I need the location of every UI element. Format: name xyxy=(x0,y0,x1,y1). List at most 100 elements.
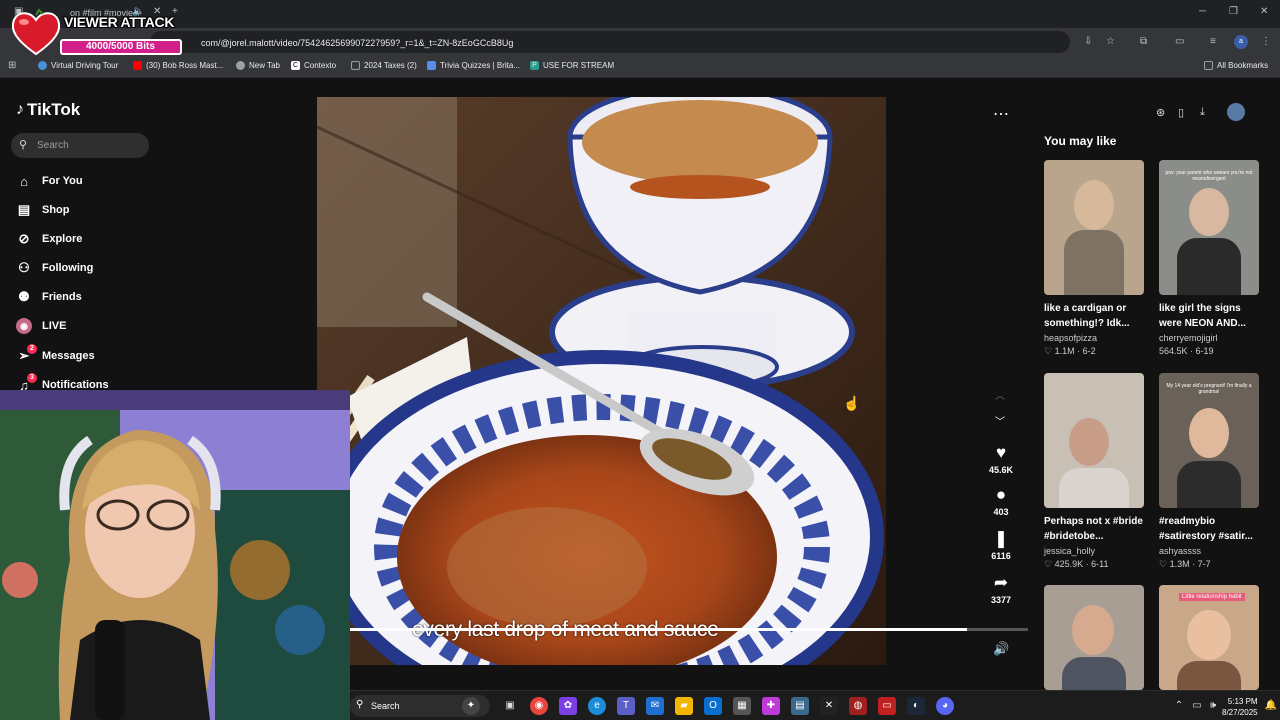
url-text: com/@jorel.malott/video/7542462569907227… xyxy=(201,38,514,48)
recorder-icon[interactable]: ▭ xyxy=(878,697,896,715)
comment-action[interactable]: ● 403 xyxy=(981,485,1021,517)
bookmark-item[interactable]: (30) Bob Ross Mast... xyxy=(133,61,223,70)
profile-avatar[interactable] xyxy=(1227,103,1245,121)
nav-label: Messages xyxy=(42,350,95,362)
video-thumbnail[interactable] xyxy=(1044,585,1144,690)
mail-icon[interactable]: ✉ xyxy=(646,697,664,715)
url-field[interactable]: com/@jorel.malott/video/7542462569907227… xyxy=(150,31,1070,53)
bookmark-label: USE FOR STREAM xyxy=(543,61,615,70)
video-frame-image xyxy=(317,97,886,665)
capcut-icon[interactable]: ✕ xyxy=(820,697,838,715)
widgets-icon[interactable]: ✦ xyxy=(462,697,480,715)
next-video-icon[interactable]: ﹀ xyxy=(995,413,1005,428)
previous-video-icon[interactable]: ︿ xyxy=(995,387,1005,402)
file-explorer-icon[interactable]: ▰ xyxy=(675,697,693,715)
bookmark-action[interactable]: ❚ 6116 xyxy=(981,529,1021,561)
download-icon[interactable]: ⤓ xyxy=(1200,106,1205,119)
notification-bell-icon[interactable]: 🔔 xyxy=(1262,697,1280,715)
profile-avatar-icon[interactable]: a xyxy=(1234,35,1248,49)
video-thumbnail[interactable] xyxy=(1044,373,1144,508)
menu-kebab-icon[interactable]: ⋮ xyxy=(1261,36,1271,47)
recommended-video-card[interactable]: like a cardigan or something!? Idk... he… xyxy=(1044,160,1145,357)
cast-icon[interactable]: ▭ xyxy=(1175,36,1184,47)
nav-item-shop[interactable]: ▤ Shop xyxy=(16,202,70,218)
outlook-icon[interactable]: O xyxy=(704,697,722,715)
recommended-video-card[interactable]: Little relationship habit xyxy=(1159,585,1260,690)
card-author[interactable]: jessica_holly xyxy=(1044,546,1145,556)
restore-icon[interactable]: ❐ xyxy=(1229,6,1238,17)
star-bookmark-icon[interactable]: ☆ xyxy=(1106,36,1115,47)
nav-item-explore[interactable]: ⊘ Explore xyxy=(16,231,83,247)
nav-item-friends[interactable]: ⚉ Friends xyxy=(16,289,82,305)
comment-icon: ● xyxy=(995,485,1007,504)
apps-grid-icon[interactable]: ⊞ xyxy=(8,60,16,71)
close-window-icon[interactable]: ✕ xyxy=(1260,6,1268,17)
card-views: 425.9K xyxy=(1054,559,1084,569)
like-count: 45.6K xyxy=(988,465,1014,475)
copilot-icon[interactable]: ✿ xyxy=(559,697,577,715)
bookmark-item[interactable]: C Contexto xyxy=(291,61,336,70)
card-date: 6-19 xyxy=(1195,346,1214,356)
card-caption[interactable]: like girl the signs were NEON AND... xyxy=(1159,301,1260,331)
bookmark-item[interactable]: Virtual Driving Tour xyxy=(38,61,118,70)
all-bookmarks-button[interactable]: All Bookmarks xyxy=(1204,61,1268,70)
bookmark-label: New Tab xyxy=(249,61,280,70)
task-view-icon[interactable]: ▣ xyxy=(501,697,519,715)
bookmark-item[interactable]: 2024 Taxes (2) xyxy=(351,61,417,70)
store-icon[interactable]: ▦ xyxy=(733,697,751,715)
recommended-video-card[interactable]: Perhaps not x #bride #bridetobe... jessi… xyxy=(1044,373,1145,570)
you-may-like-title: You may like xyxy=(1044,134,1117,148)
compass-icon[interactable]: ⊛ xyxy=(1156,106,1165,119)
card-caption[interactable]: like a cardigan or something!? Idk... xyxy=(1044,301,1145,331)
card-author[interactable]: ashyassss xyxy=(1159,546,1260,556)
minimize-icon[interactable]: ─ xyxy=(1199,6,1206,17)
nav-item-for-you[interactable]: ⌂ For You xyxy=(16,173,82,189)
device-icon[interactable]: ▯ xyxy=(1178,106,1184,119)
search-input[interactable]: ⚲ Search xyxy=(11,133,149,158)
teams-icon[interactable]: T xyxy=(617,697,635,715)
card-views: 564.5K xyxy=(1159,346,1188,356)
more-options-icon[interactable]: ⋯ xyxy=(993,104,1009,124)
tiktok-logo[interactable]: ♪ TikTok xyxy=(16,100,80,120)
nav-item-live[interactable]: ◉ LIVE xyxy=(16,318,66,334)
video-thumbnail[interactable] xyxy=(1044,160,1144,295)
volume-icon[interactable]: 🔊 xyxy=(993,641,1009,657)
search-icon: ⚲ xyxy=(356,699,364,710)
nav-label: Following xyxy=(42,262,94,274)
clock[interactable]: 5:13 PM 8/27/2025 xyxy=(1222,696,1258,718)
card-caption[interactable]: Perhaps not x #bride #bridetobe... xyxy=(1044,514,1145,544)
video-player[interactable] xyxy=(317,97,886,665)
steam-icon[interactable]: ◐ xyxy=(907,697,925,715)
recommended-video-card[interactable] xyxy=(1044,585,1145,690)
reading-list-icon[interactable]: ≡ xyxy=(1210,36,1216,47)
edge-icon[interactable]: e xyxy=(588,697,606,715)
nav-item-messages[interactable]: ➢ 2 Messages xyxy=(16,344,95,364)
stream-app-icon[interactable]: ◍ xyxy=(849,697,867,715)
card-author[interactable]: cherryemojigirl xyxy=(1159,333,1260,343)
app-icon[interactable]: ▤ xyxy=(791,697,809,715)
bookmark-item[interactable]: New Tab xyxy=(236,61,280,70)
like-action[interactable]: ♥ 45.6K xyxy=(981,443,1021,475)
nav-item-following[interactable]: ⚇ Following xyxy=(16,260,93,276)
chrome-icon[interactable]: ◉ xyxy=(530,697,548,715)
video-thumbnail[interactable]: My 14 year old's pregnant! I'm finally a… xyxy=(1159,373,1259,508)
bookmark-item[interactable]: P USE FOR STREAM xyxy=(530,61,614,70)
video-progress-bar[interactable] xyxy=(350,628,1028,631)
globe-icon xyxy=(38,61,47,70)
recommended-video-card[interactable]: My 14 year old's pregnant! I'm finally a… xyxy=(1159,373,1260,570)
bits-counter: 4000/5000 Bits xyxy=(86,41,155,52)
recommended-video-card[interactable]: pov: your parent who swears you're not n… xyxy=(1159,160,1260,356)
bookmark-item[interactable]: Trivia Quizzes | Brita... xyxy=(427,61,520,70)
discord-icon[interactable]: ◕ xyxy=(936,697,954,715)
video-thumbnail[interactable]: pov: your parent who swears you're not n… xyxy=(1159,160,1259,295)
install-app-icon[interactable]: ⇩ xyxy=(1084,36,1092,47)
share-action[interactable]: ➦ 3377 xyxy=(981,573,1021,605)
video-thumbnail[interactable]: Little relationship habit xyxy=(1159,585,1259,690)
card-author[interactable]: heapsofpizza xyxy=(1044,333,1145,343)
m365-icon[interactable]: ✚ xyxy=(762,697,780,715)
speaker-icon[interactable]: 🕪 xyxy=(1204,697,1222,715)
card-caption[interactable]: #readmybio #satirestory #satir... xyxy=(1159,514,1260,544)
tiktok-note-icon: ♪ xyxy=(16,101,24,118)
extensions-icon[interactable]: ⧉ xyxy=(1140,36,1147,47)
tray-chevron-icon[interactable]: ⌃ xyxy=(1170,697,1188,715)
